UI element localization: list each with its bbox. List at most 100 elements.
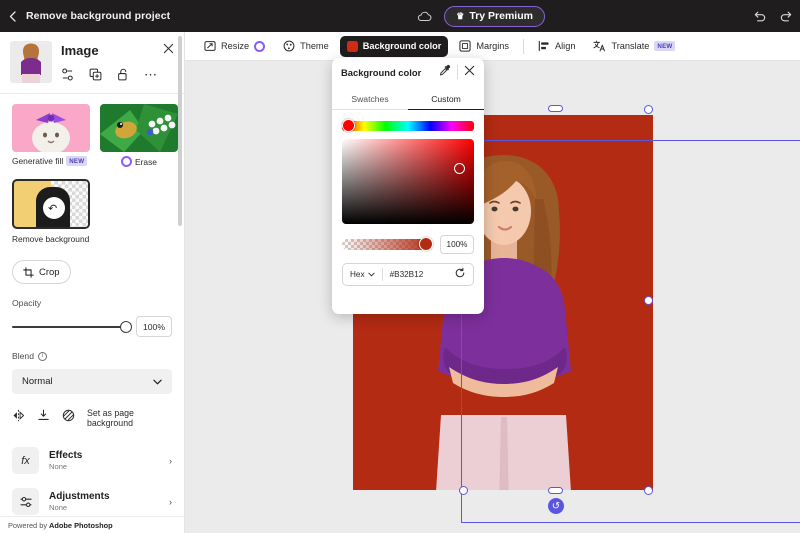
blend-label: Blend <box>12 351 34 361</box>
margins-icon <box>459 40 471 52</box>
selection-handle-right[interactable] <box>644 296 653 305</box>
color-opacity-knob[interactable] <box>419 237 433 251</box>
toolbar-separator <box>523 38 525 54</box>
chevron-left-icon <box>9 10 16 22</box>
duplicate-icon[interactable] <box>89 68 102 81</box>
image-thumbnail[interactable] <box>10 41 52 83</box>
blend-section: Blend i Normal Set as page background <box>0 351 184 428</box>
opacity-section: Opacity 100% <box>0 298 184 337</box>
chevron-right-icon: › <box>169 496 172 507</box>
color-format-select[interactable]: Hex <box>350 270 375 279</box>
blend-mode-select[interactable]: Normal <box>12 369 172 394</box>
selection-handle-bottom-right[interactable] <box>644 486 653 495</box>
tool-margins[interactable]: Margins <box>452 36 516 57</box>
erase-caption: Erase <box>100 156 178 167</box>
crop-button[interactable]: Crop <box>12 260 71 284</box>
tab-custom[interactable]: Custom <box>408 88 484 110</box>
chevron-down-icon <box>153 379 162 384</box>
arrange-icon[interactable] <box>37 409 50 427</box>
new-badge: NEW <box>66 156 88 166</box>
top-bar: Remove background project ♛ Try Premium <box>0 0 800 32</box>
more-options-icon[interactable]: ⋯ <box>144 68 158 81</box>
tool-background-color[interactable]: Background color <box>339 35 449 57</box>
tool-theme[interactable]: Theme <box>276 36 336 57</box>
selection-handle-top-right[interactable] <box>644 105 653 114</box>
opacity-label: Opacity <box>12 298 42 308</box>
tool-resize-label: Resize <box>221 41 250 51</box>
crown-icon: ♛ <box>456 10 465 21</box>
hex-separator <box>381 268 383 281</box>
topbar-center: ♛ Try Premium <box>210 5 752 27</box>
reset-icon[interactable] <box>454 266 466 284</box>
undo-icon[interactable] <box>752 9 767 24</box>
sidebar-scrollbar[interactable] <box>178 36 182 226</box>
generative-fill-caption: Generative fill NEW <box>12 156 90 166</box>
back-button[interactable] <box>0 0 24 32</box>
popup-header-separator <box>457 65 458 79</box>
close-icon[interactable] <box>163 41 174 59</box>
opacity-row: 100% <box>342 235 474 254</box>
premium-ring-icon <box>254 40 266 52</box>
generative-fill-card[interactable]: Generative fill NEW <box>12 104 90 167</box>
selection-handle-bottom[interactable] <box>548 487 563 494</box>
flip-horizontal-icon[interactable] <box>12 409 25 427</box>
unlock-icon[interactable] <box>117 68 129 81</box>
hex-input-row[interactable]: Hex #B32B12 <box>342 263 474 286</box>
page-background-icon[interactable] <box>62 409 75 427</box>
saturation-value-knob[interactable] <box>454 163 465 174</box>
premium-ring-icon <box>121 156 133 167</box>
panel-header: Image ⋯ <box>0 32 184 91</box>
try-premium-label: Try Premium <box>469 10 533 22</box>
color-swatch-icon <box>346 40 358 52</box>
erase-label: Erase <box>135 156 157 167</box>
align-icon <box>538 40 549 52</box>
saturation-value-field[interactable] <box>342 139 474 224</box>
tool-translate[interactable]: Translate NEW <box>586 36 682 57</box>
powered-prefix: Powered by <box>8 520 48 530</box>
opacity-slider[interactable] <box>12 320 132 334</box>
erase-card[interactable]: Erase <box>100 104 178 167</box>
color-opacity-slider[interactable] <box>342 237 433 251</box>
theme-icon <box>283 40 295 52</box>
crop-icon <box>23 266 34 278</box>
powered-by-footer: Powered by Adobe Photoshop <box>0 516 184 533</box>
rotate-button[interactable]: ↺ <box>548 498 564 514</box>
popup-tabs: Swatches Custom <box>332 88 484 110</box>
background-color-popup[interactable]: Background color Swatches Custom 100% He… <box>332 58 484 314</box>
redo-icon[interactable] <box>779 9 794 24</box>
resize-icon <box>204 41 216 51</box>
list-item-effects[interactable]: fx Effects None › <box>0 440 184 481</box>
tool-align[interactable]: Align <box>531 36 582 57</box>
cloud-icon[interactable] <box>417 11 432 22</box>
tab-swatches[interactable]: Swatches <box>332 88 408 110</box>
crop-label: Crop <box>39 266 60 278</box>
eyedropper-icon[interactable] <box>439 63 451 81</box>
selection-handle-bottom-left[interactable] <box>459 486 468 495</box>
hue-slider-knob[interactable] <box>342 119 355 132</box>
blend-label-row: Blend i <box>12 351 172 361</box>
color-opacity-value[interactable]: 100% <box>440 235 474 254</box>
canvas-area[interactable]: Resize Theme Background color Margins Al… <box>185 32 800 533</box>
hex-value-input[interactable]: #B32B12 <box>390 270 454 279</box>
set-page-background-label[interactable]: Set as page background <box>87 408 172 428</box>
opacity-knob[interactable] <box>120 320 132 333</box>
close-icon[interactable] <box>464 63 475 81</box>
tool-resize[interactable]: Resize <box>197 36 272 57</box>
opacity-value[interactable]: 100% <box>136 316 172 337</box>
panel-title: Image <box>61 42 99 58</box>
adjustments-title: Adjustments <box>49 491 110 502</box>
tool-translate-label: Translate <box>611 41 650 51</box>
adjustments-icon <box>12 488 39 515</box>
replace-image-icon[interactable] <box>61 68 74 81</box>
tool-align-label: Align <box>555 41 576 51</box>
try-premium-button[interactable]: ♛ Try Premium <box>444 5 545 27</box>
generative-fill-thumbnail <box>12 104 90 152</box>
info-icon[interactable]: i <box>37 351 47 361</box>
adjustments-sub: None <box>49 503 68 512</box>
remove-background-label: Remove background <box>12 234 90 244</box>
remove-background-card[interactable]: ↶ Remove background <box>0 167 184 244</box>
erase-thumbnail <box>100 104 178 152</box>
selection-handle-top[interactable] <box>548 105 563 112</box>
tool-margins-label: Margins <box>476 41 510 51</box>
hue-slider[interactable] <box>342 119 474 132</box>
